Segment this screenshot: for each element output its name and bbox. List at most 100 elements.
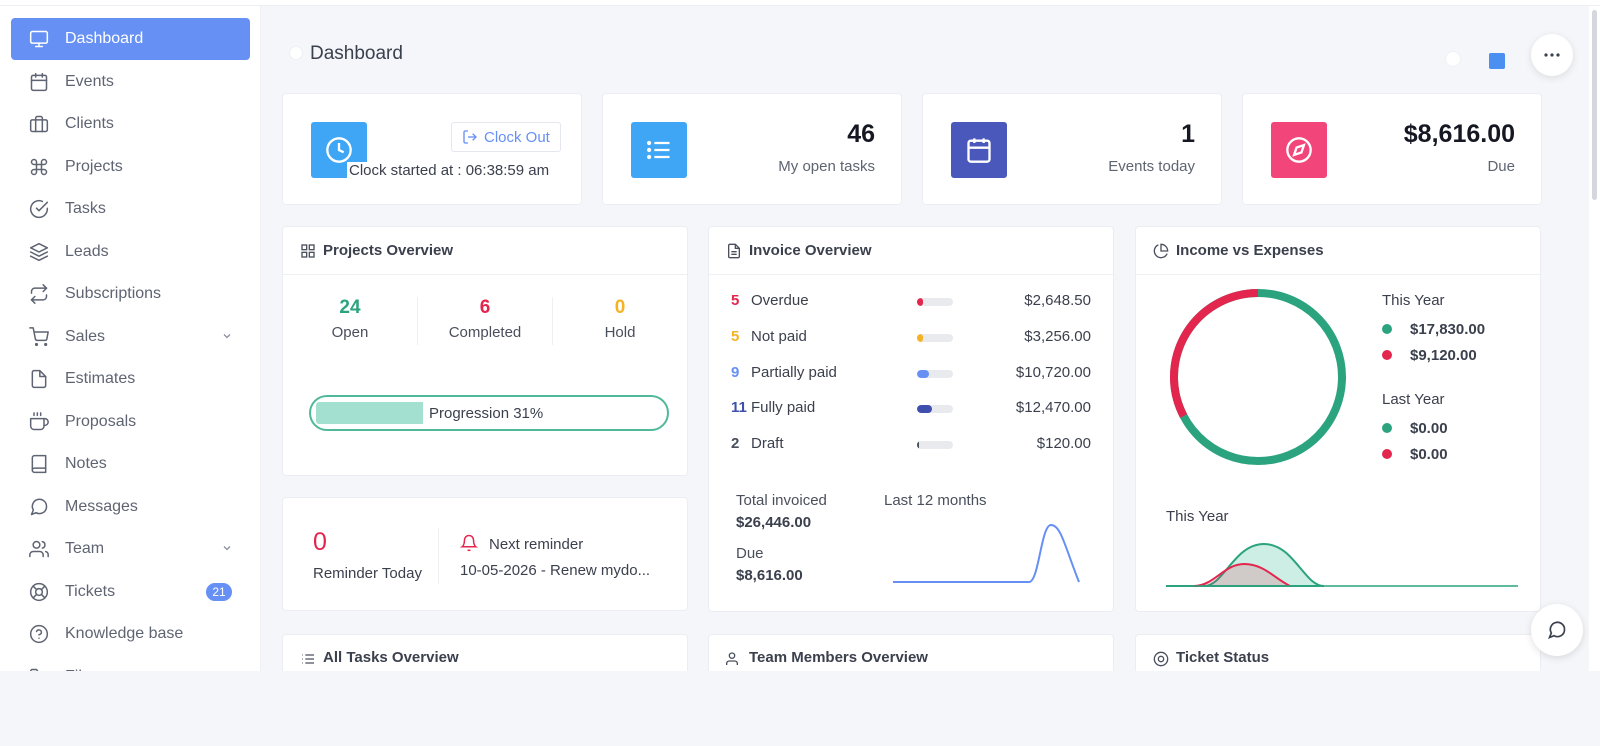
sidebar-item-label: Estimates [65, 370, 136, 387]
last-12-months-label: Last 12 months [884, 492, 987, 509]
invoice-row-overdue[interactable]: 5 Overdue $2,648.50 [731, 292, 1091, 314]
this-year-label: This Year [1382, 292, 1445, 309]
next-reminder-label: Next reminder [489, 536, 584, 553]
projects-hold-count: 0 [614, 297, 626, 318]
events-today-card[interactable]: 1 Events today [922, 93, 1222, 205]
sidebar-item-label: Team [65, 540, 105, 557]
page-title: Dashboard [310, 43, 403, 64]
sidebar-item-subscriptions[interactable]: Subscriptions [11, 273, 250, 315]
invoice-overview-card: Invoice Overview 5 Overdue $2,648.50 5 Not p… [708, 226, 1114, 612]
invoice-sparkline [893, 523, 1080, 583]
due-label: Due [1487, 158, 1515, 175]
clock-out-button[interactable]: Clock Out [451, 122, 561, 152]
invoice-status-name: Fully paid [751, 399, 816, 417]
sidebar-item-files[interactable]: Files [11, 656, 250, 671]
progress-fill [316, 402, 423, 424]
invoice-overview-title: Invoice Overview [749, 242, 872, 259]
clock-card: Clock Out Clock started at : 06:38:59 am [282, 93, 582, 205]
reminder-divider [438, 528, 439, 584]
ticket-status-card: Ticket Status [1135, 634, 1541, 671]
income-expense-area-chart [1166, 542, 1518, 587]
open-tasks-card[interactable]: 46 My open tasks [602, 93, 902, 205]
next-reminder-text[interactable]: 10-05-2026 - Renew mydo... [460, 562, 650, 579]
sidebar-item-clients[interactable]: Clients [11, 103, 250, 145]
due-card[interactable]: $8,616.00 Due [1242, 93, 1542, 205]
events-today-label: Events today [1108, 158, 1195, 175]
invoice-status-name: Overdue [751, 292, 809, 309]
last-year-label: Last Year [1382, 391, 1445, 408]
invoice-row-draft[interactable]: 2 Draft $120.00 [731, 435, 1091, 457]
projects-completed-label: Completed [448, 324, 522, 341]
projects-progress-bar: Progression 31% [309, 395, 669, 431]
page-header: Dashboard [281, 34, 1581, 74]
briefcase-icon [29, 114, 49, 134]
layers-icon [29, 242, 49, 262]
sidebar-item-sales[interactable]: Sales [11, 316, 250, 358]
income-expenses-header: Income vs Expenses [1136, 227, 1540, 275]
due-amount: $8,616.00 [1403, 120, 1515, 148]
book-icon [29, 454, 49, 474]
this-year-chart-label: This Year [1166, 508, 1229, 525]
invoice-row-fully-paid[interactable]: 11 Fully paid $12,470.00 [731, 399, 1091, 421]
sidebar-item-knowledge-base[interactable]: Knowledge base [11, 613, 250, 655]
chat-button[interactable] [1531, 604, 1583, 656]
sidebar-item-team[interactable]: Team [11, 528, 250, 570]
sidebar-item-dashboard[interactable]: Dashboard [11, 18, 250, 60]
sidebar-item-messages[interactable]: Messages [11, 486, 250, 528]
sidebar-item-proposals[interactable]: Proposals [11, 401, 250, 443]
header-status-dot[interactable] [1445, 51, 1461, 67]
income-expenses-card: Income vs Expenses This Year $17,830.00 … [1135, 226, 1541, 612]
calendar-icon-box [951, 122, 1007, 178]
due-label-invoice: Due [736, 545, 764, 562]
scrollbar-thumb[interactable] [1592, 10, 1597, 200]
projects-open[interactable]: 24 Open [283, 297, 417, 341]
sidebar-item-tasks[interactable]: Tasks [11, 188, 250, 230]
open-tasks-label: My open tasks [778, 158, 875, 175]
monitor-icon [29, 29, 49, 49]
sidebar-item-label: Clients [65, 115, 114, 132]
sidebar-item-events[interactable]: Events [11, 61, 250, 103]
projects-overview-title: Projects Overview [323, 242, 454, 259]
legend-dot-green [1382, 324, 1392, 334]
sidebar-item-leads[interactable]: Leads [11, 231, 250, 273]
progress-label: Progression 31% [429, 405, 544, 422]
invoice-status-name: Draft [751, 435, 784, 453]
pie-chart-icon [1153, 243, 1169, 259]
sidebar-item-estimates[interactable]: Estimates [11, 358, 250, 400]
more-options-button[interactable] [1531, 34, 1573, 76]
sidebar-item-projects[interactable]: Projects [11, 146, 250, 188]
sidebar-item-label: Dashboard [65, 30, 144, 47]
legend-dot-red [1382, 350, 1392, 360]
invoice-overview-header: Invoice Overview [709, 227, 1113, 275]
sidebar-item-notes[interactable]: Notes [11, 443, 250, 485]
projects-completed[interactable]: 6 Completed [418, 297, 552, 341]
total-invoiced-label: Total invoiced [736, 492, 827, 509]
compass-icon [1286, 137, 1312, 163]
life-buoy-icon [29, 582, 49, 602]
invoice-row-partially-paid[interactable]: 9 Partially paid $10,720.00 [731, 364, 1091, 386]
chevron-down-icon [223, 546, 231, 551]
command-icon [29, 157, 49, 177]
bell-icon [460, 534, 478, 552]
list-icon [302, 654, 314, 664]
all-tasks-overview-card: All Tasks Overview [282, 634, 688, 671]
projects-overview-card: Projects Overview 24 Open 6 Completed 0 … [282, 226, 688, 476]
sidebar-item-tickets[interactable]: Tickets 21 [11, 571, 250, 613]
repeat-icon [29, 284, 49, 304]
sidebar-item-label: Projects [65, 157, 123, 175]
sidebar-item-label: Tasks [65, 200, 106, 217]
total-invoiced-value: $26,446.00 [736, 514, 812, 531]
sidebar-item-label: Sales [65, 327, 106, 345]
sidebar-item-label: Subscriptions [65, 285, 162, 302]
invoice-row-not-paid[interactable]: 5 Not paid $3,256.00 [731, 328, 1091, 350]
app-viewport: Dashboard Events Clients Projects Tasks Leads… [0, 6, 1600, 671]
page-scrollbar[interactable] [1589, 6, 1600, 671]
invoice-status-name: Not paid [751, 327, 807, 345]
projects-hold[interactable]: 0 Hold [553, 297, 687, 341]
invoice-status-bar-fill [917, 369, 929, 378]
this-year-expense: $9,120.00 [1382, 345, 1477, 365]
header-square-icon[interactable] [1489, 53, 1505, 69]
shopping-cart-icon [29, 326, 49, 347]
message-circle-icon [1547, 621, 1566, 640]
projects-overview-header: Projects Overview [283, 227, 687, 275]
